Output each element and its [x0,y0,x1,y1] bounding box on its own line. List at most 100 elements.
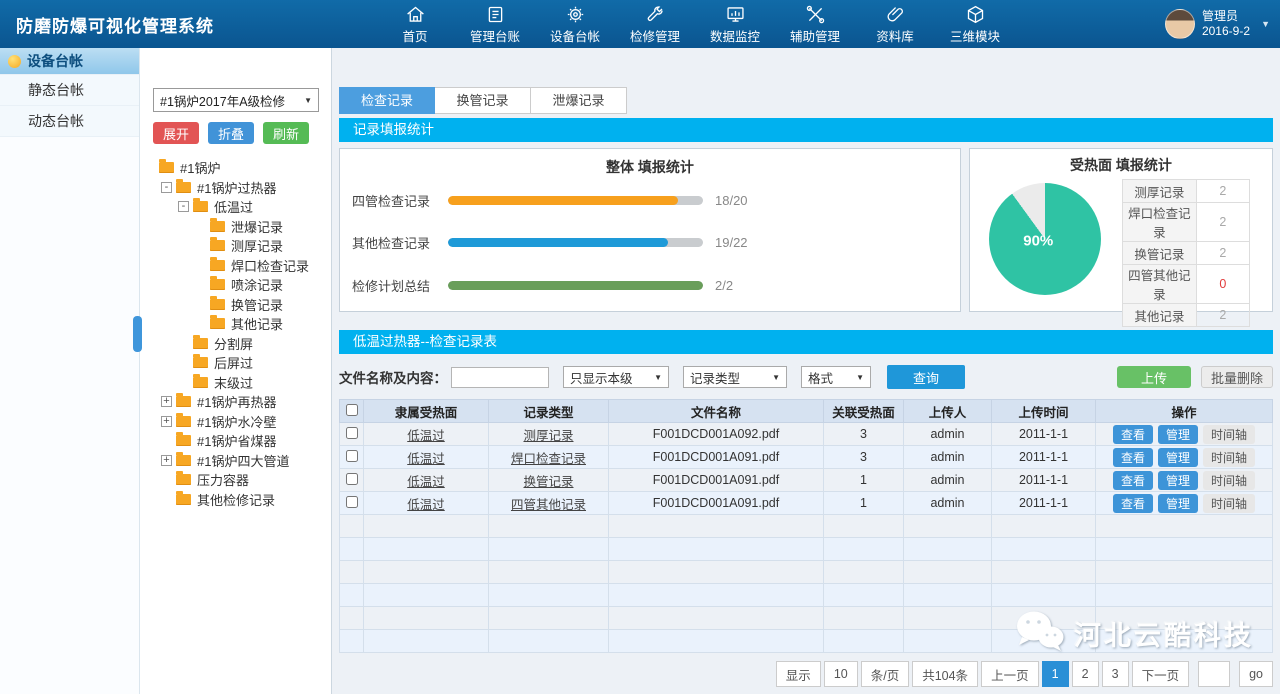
nav-item-equipment-ledger[interactable]: 设备台帐 [535,0,615,48]
collapse-button[interactable]: 折叠 [208,122,254,144]
chevron-down-icon: ▼ [772,373,780,382]
row-checkbox[interactable] [346,496,358,508]
manage-button[interactable]: 管理 [1158,494,1198,513]
tree-node[interactable]: #1锅炉 [140,158,331,178]
upload-button[interactable]: 上传 [1117,366,1191,388]
tree-node[interactable]: 泄爆记录 [140,217,331,237]
tree-node[interactable]: +#1锅炉再热器 [140,392,331,412]
tree-node[interactable]: 压力容器 [140,470,331,490]
timeline-button[interactable]: 时间轴 [1203,471,1255,490]
row-checkbox[interactable] [346,450,358,462]
row-checkbox[interactable] [346,427,358,439]
stat-bar-row: 检修计划总结 2/2 [352,276,948,295]
cube-icon [965,4,986,25]
sidebar-item-static-ledger[interactable]: 静态台帐 [0,75,139,106]
view-button[interactable]: 查看 [1113,471,1153,490]
folder-icon [210,260,225,271]
scope-select[interactable]: 只显示本级▼ [563,366,669,388]
tree-node[interactable]: #1锅炉省煤器 [140,431,331,451]
chevron-down-icon[interactable]: ▼ [1261,19,1270,29]
manage-button[interactable]: 管理 [1158,471,1198,490]
tree-node[interactable]: +#1锅炉水冷壁 [140,412,331,432]
pagination-show-label: 显示 [776,661,821,687]
expand-plus-icon[interactable]: + [161,416,172,427]
tree-node[interactable]: 其他记录 [140,314,331,334]
folder-icon [176,474,191,485]
expand-plus-icon[interactable]: + [161,396,172,407]
folder-icon [210,318,225,329]
page-button-1[interactable]: 1 [1042,661,1069,687]
table-row[interactable]: 低温过 换管记录 F001DCD001A091.pdf 1 admin 2011… [340,469,1273,492]
manage-button[interactable]: 管理 [1158,425,1198,444]
query-button[interactable]: 查询 [887,365,965,389]
next-page-button[interactable]: 下一页 [1132,661,1190,687]
collapse-minus-icon[interactable]: - [161,182,172,193]
folder-icon [176,182,191,193]
view-button[interactable]: 查看 [1113,494,1153,513]
table-row[interactable]: 低温过 焊口检查记录 F001DCD001A091.pdf 3 admin 20… [340,446,1273,469]
wrench-icon [645,4,666,25]
folder-icon [193,377,208,388]
sidebar-item-equipment-ledger[interactable]: 设备台帐 [0,48,139,75]
nav-item-data-monitor[interactable]: 数据监控 [695,0,775,48]
tree-node[interactable]: 后屏过 [140,353,331,373]
page-button-2[interactable]: 2 [1072,661,1099,687]
tab-tube-replacement-records[interactable]: 换管记录 [435,87,531,114]
select-all-checkbox[interactable] [346,404,358,416]
view-button[interactable]: 查看 [1113,425,1153,444]
tree-node[interactable]: 其他检修记录 [140,490,331,510]
nav-item-home[interactable]: 首页 [375,0,455,48]
tree-node[interactable]: 测厚记录 [140,236,331,256]
table-row[interactable]: 低温过 测厚记录 F001DCD001A092.pdf 3 admin 2011… [340,423,1273,446]
folder-icon [193,338,208,349]
folder-icon [176,416,191,427]
timeline-button[interactable]: 时间轴 [1203,494,1255,513]
expand-plus-icon[interactable]: + [161,455,172,466]
stat-bar-fill [448,238,668,247]
table-row[interactable]: 低温过 四管其他记录 F001DCD001A091.pdf 1 admin 20… [340,492,1273,515]
topbar: 防磨防爆可视化管理系统 首页 管理台账 设备台帐 检修管理 数据监控 [0,0,1280,48]
row-checkbox[interactable] [346,473,358,485]
stat-value: 2/2 [715,278,733,293]
tree-node[interactable]: 喷涂记录 [140,275,331,295]
tree-node[interactable]: 换管记录 [140,295,331,315]
folder-icon [176,435,191,446]
tree-node[interactable]: 焊口检查记录 [140,256,331,276]
filename-search-input[interactable] [451,367,549,388]
record-type-select[interactable]: 记录类型▼ [683,366,787,388]
splitter-handle[interactable] [133,316,142,352]
tree-node[interactable]: -#1锅炉过热器 [140,178,331,198]
tab-inspection-records[interactable]: 检查记录 [339,87,435,114]
progress-track [448,196,703,205]
page-button-3[interactable]: 3 [1102,661,1129,687]
refresh-button[interactable]: 刷新 [263,122,309,144]
nav-item-library[interactable]: 资料库 [855,0,935,48]
tree-node[interactable]: -低温过 [140,197,331,217]
format-select[interactable]: 格式▼ [801,366,871,388]
page-size-cell[interactable]: 10 [824,661,858,687]
nav-item-maintenance[interactable]: 检修管理 [615,0,695,48]
timeline-button[interactable]: 时间轴 [1203,425,1255,444]
nav-item-management-ledger[interactable]: 管理台账 [455,0,535,48]
manage-button[interactable]: 管理 [1158,448,1198,467]
sidebar-item-dynamic-ledger[interactable]: 动态台帐 [0,106,139,137]
record-tabs: 检查记录 换管记录 泄爆记录 [339,87,1273,114]
nav-item-3d-module[interactable]: 三维模块 [935,0,1015,48]
tree-node[interactable]: 分割屏 [140,334,331,354]
timeline-button[interactable]: 时间轴 [1203,448,1255,467]
prev-page-button[interactable]: 上一页 [981,661,1039,687]
expand-button[interactable]: 展开 [153,122,199,144]
go-button[interactable]: go [1239,661,1273,687]
page-jump-input[interactable] [1198,661,1230,687]
folder-icon [176,396,191,407]
progress-track [448,238,703,247]
plan-select[interactable]: #1锅炉2017年A级检修 ▼ [153,88,319,112]
view-button[interactable]: 查看 [1113,448,1153,467]
tab-explosion-records[interactable]: 泄爆记录 [531,87,627,114]
tree-node[interactable]: +#1锅炉四大管道 [140,451,331,471]
folder-icon [210,240,225,251]
nav-item-auxiliary[interactable]: 辅助管理 [775,0,855,48]
batch-delete-button[interactable]: 批量删除 [1201,366,1273,388]
tree-node[interactable]: 末级过 [140,373,331,393]
collapse-minus-icon[interactable]: - [178,201,189,212]
